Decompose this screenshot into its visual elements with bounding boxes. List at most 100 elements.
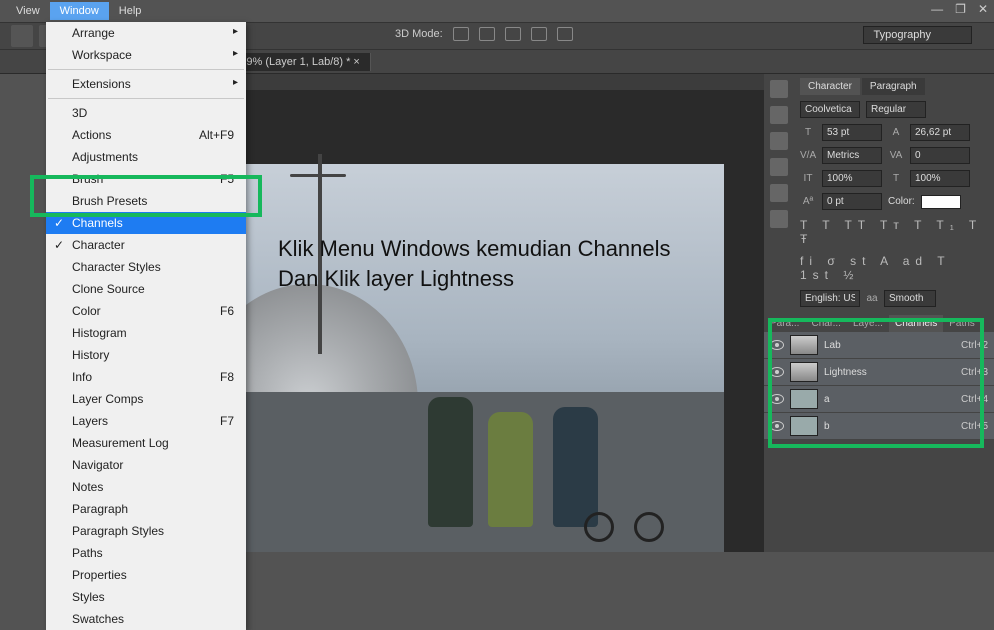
menu-item-character[interactable]: Character (46, 234, 246, 256)
menu-help[interactable]: Help (109, 2, 152, 20)
character-panel: Character Paragraph T A V/A VA (794, 74, 994, 311)
window-menu-dropdown: ArrangeWorkspace Extensions 3DActionsAlt+F… (46, 22, 246, 630)
channel-thumbnail (790, 362, 818, 382)
menu-item-color[interactable]: ColorF6 (46, 300, 246, 322)
channel-shortcut: Ctrl+2 (961, 340, 988, 351)
panel-icon[interactable] (770, 80, 788, 98)
type-style-buttons[interactable]: T T TT Tт T T₁ T Ŧ (800, 218, 988, 246)
menu-item-paragraph-styles[interactable]: Paragraph Styles (46, 520, 246, 542)
menu-item-layer-comps[interactable]: Layer Comps (46, 388, 246, 410)
hscale-field[interactable] (910, 170, 970, 187)
size-icon: T (800, 127, 816, 138)
workspace-switcher[interactable]: Typography (863, 26, 972, 44)
kerning-icon: V/A (800, 150, 816, 161)
opentype-buttons[interactable]: fi σ st A ad T 1st ½ (800, 254, 988, 282)
vscale-icon: IT (800, 173, 816, 184)
menu-window[interactable]: Window (50, 2, 109, 20)
tool-icon[interactable] (11, 25, 33, 47)
tracking-field[interactable] (910, 147, 970, 164)
channel-row-lab[interactable]: Lab Ctrl+2 (764, 332, 994, 359)
channel-row-a[interactable]: a Ctrl+4 (764, 386, 994, 413)
visibility-icon[interactable] (770, 421, 784, 431)
menu-item-history[interactable]: History (46, 344, 246, 366)
font-family-field[interactable] (800, 101, 860, 118)
3d-pan-icon[interactable] (505, 27, 521, 41)
color-label: Color: (888, 196, 915, 207)
window-controls: — ❐ ✕ (931, 2, 988, 16)
baseline-icon: Aª (800, 196, 816, 207)
tab-paragraph-mini[interactable]: Para... (764, 315, 805, 332)
channel-shortcut: Ctrl+4 (961, 394, 988, 405)
font-style-field[interactable] (866, 101, 926, 118)
menu-item-layers[interactable]: LayersF7 (46, 410, 246, 432)
maximize-icon[interactable]: ❐ (955, 2, 966, 16)
menubar: View Window Help (0, 0, 994, 22)
channel-row-lightness[interactable]: Lightness Ctrl+3 (764, 359, 994, 386)
baseline-field[interactable] (822, 193, 882, 210)
menu-item-clone-source[interactable]: Clone Source (46, 278, 246, 300)
3d-orbit-icon[interactable] (453, 27, 469, 41)
3d-slide-icon[interactable] (531, 27, 547, 41)
annotation-text: Klik Menu Windows kemudian Channels Dan … (278, 234, 671, 293)
tracking-icon: VA (888, 150, 904, 161)
menu-item-info[interactable]: InfoF8 (46, 366, 246, 388)
minimize-icon[interactable]: — (931, 2, 943, 16)
menu-item-styles[interactable]: Styles (46, 586, 246, 608)
text-color-swatch[interactable] (921, 195, 961, 209)
3d-roll-icon[interactable] (479, 27, 495, 41)
menu-item-adjustments[interactable]: Adjustments (46, 146, 246, 168)
menu-item-extensions[interactable]: Extensions (46, 73, 246, 95)
visibility-icon[interactable] (770, 394, 784, 404)
menu-item-properties[interactable]: Properties (46, 564, 246, 586)
leading-field[interactable] (910, 124, 970, 141)
visibility-icon[interactable] (770, 367, 784, 377)
antialias-field[interactable] (884, 290, 936, 307)
menu-item-navigator[interactable]: Navigator (46, 454, 246, 476)
menu-view[interactable]: View (6, 2, 50, 20)
annotation-line: Klik Menu Windows kemudian Channels (278, 234, 671, 264)
3d-zoom-icon[interactable] (557, 27, 573, 41)
close-icon[interactable]: ✕ (978, 2, 988, 16)
menu-item-brush[interactable]: BrushF5 (46, 168, 246, 190)
tab-character-mini[interactable]: Char... (805, 315, 846, 332)
menu-item-workspace[interactable]: Workspace (46, 44, 246, 66)
photo-bicycle (584, 487, 664, 542)
channels-panel-tabs: Para... Char... Laye... Channels Paths (764, 315, 994, 332)
menu-item-paragraph[interactable]: Paragraph (46, 498, 246, 520)
menu-item-character-styles[interactable]: Character Styles (46, 256, 246, 278)
menu-item-notes[interactable]: Notes (46, 476, 246, 498)
tab-channels[interactable]: Channels (889, 315, 943, 332)
vscale-field[interactable] (822, 170, 882, 187)
channel-shortcut: Ctrl+3 (961, 367, 988, 378)
tab-paths[interactable]: Paths (943, 315, 981, 332)
menu-item-histogram[interactable]: Histogram (46, 322, 246, 344)
font-size-field[interactable] (822, 124, 882, 141)
tab-paragraph[interactable]: Paragraph (862, 78, 925, 95)
channel-thumbnail (790, 389, 818, 409)
menu-item-brush-presets[interactable]: Brush Presets (46, 190, 246, 212)
kerning-field[interactable] (822, 147, 882, 164)
channel-row-b[interactable]: b Ctrl+5 (764, 413, 994, 440)
tab-character[interactable]: Character (800, 78, 860, 95)
3d-mode-row: 3D Mode: (395, 27, 573, 41)
channel-name: b (824, 421, 955, 432)
tools-panel[interactable] (0, 74, 48, 552)
menu-item-swatches[interactable]: Swatches (46, 608, 246, 630)
channels-panel: Para... Char... Laye... Channels Paths L… (764, 315, 994, 440)
menu-item-actions[interactable]: ActionsAlt+F9 (46, 124, 246, 146)
panel-icon[interactable] (770, 158, 788, 176)
leading-icon: A (888, 127, 904, 138)
panel-icon[interactable] (770, 210, 788, 228)
right-panel-dock: Character Paragraph T A V/A VA (764, 74, 994, 552)
panel-icon[interactable] (770, 184, 788, 202)
menu-item-measurement-log[interactable]: Measurement Log (46, 432, 246, 454)
tab-layers-mini[interactable]: Laye... (847, 315, 889, 332)
panel-icon[interactable] (770, 132, 788, 150)
menu-item-arrange[interactable]: Arrange (46, 22, 246, 44)
menu-item-3d[interactable]: 3D (46, 102, 246, 124)
menu-item-paths[interactable]: Paths (46, 542, 246, 564)
panel-icon[interactable] (770, 106, 788, 124)
visibility-icon[interactable] (770, 340, 784, 350)
language-field[interactable] (800, 290, 860, 307)
menu-item-channels[interactable]: Channels (46, 212, 246, 234)
